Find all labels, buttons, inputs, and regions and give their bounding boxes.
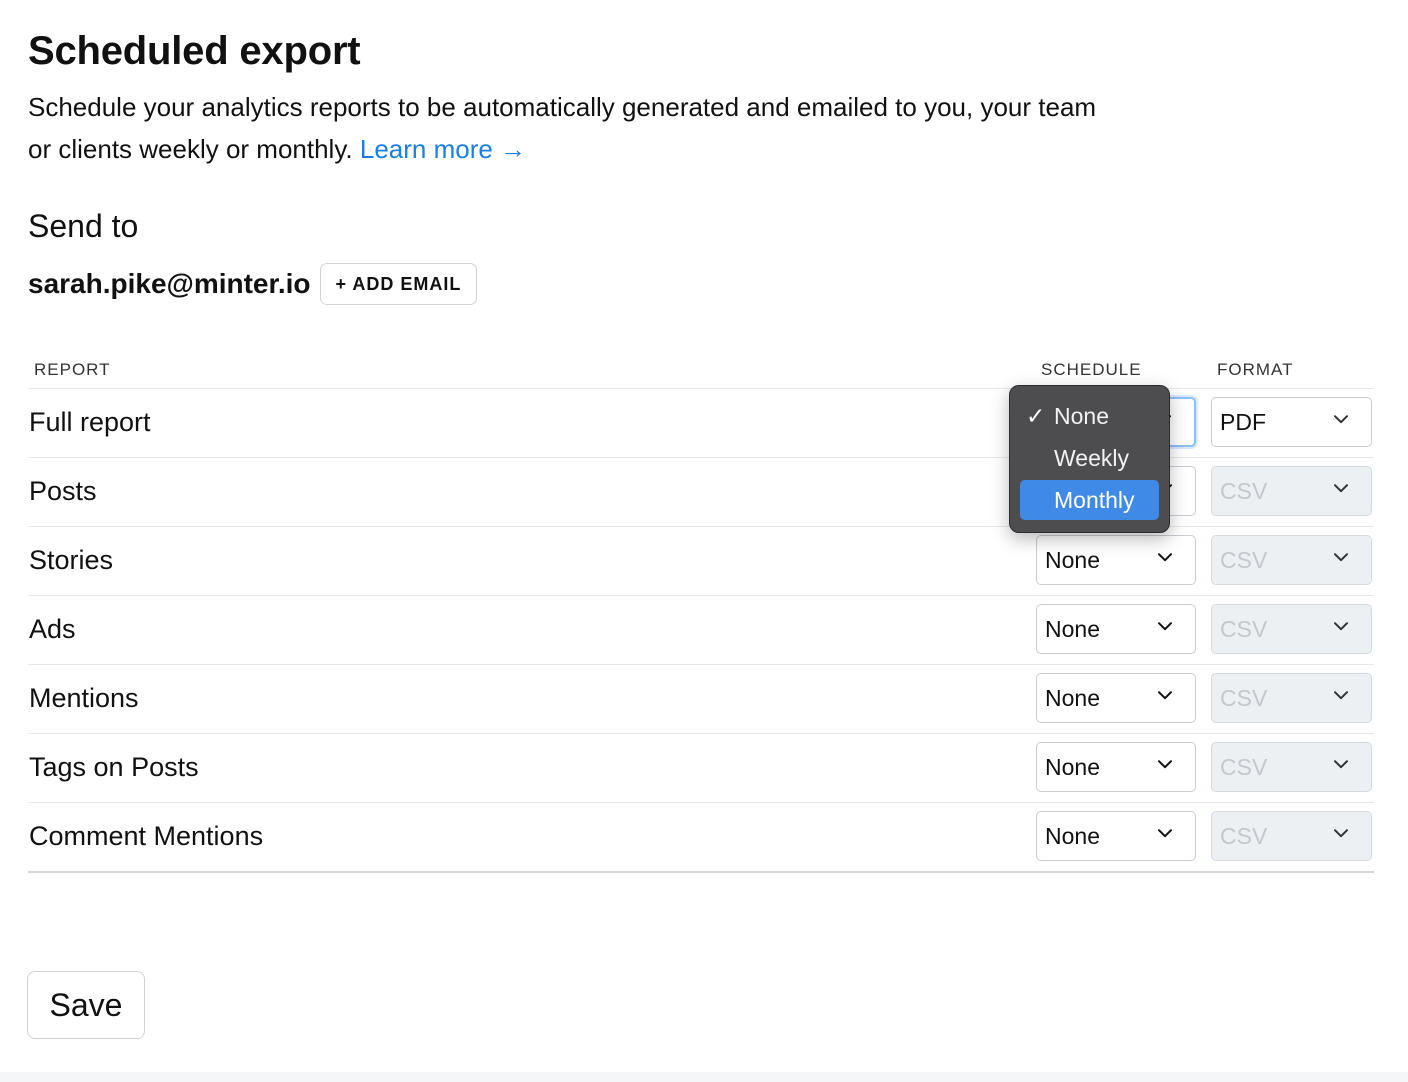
- send-to-heading: Send to: [28, 208, 139, 244]
- column-header-schedule: SCHEDULE: [1041, 360, 1142, 379]
- scheduled-export-page: Scheduled export Schedule your analytics…: [28, 28, 1374, 873]
- format-value: CSV: [1220, 546, 1268, 573]
- chevron-down-icon: [1334, 760, 1348, 771]
- format-select: CSV: [1211, 811, 1372, 861]
- format-select[interactable]: PDF: [1211, 397, 1372, 447]
- chevron-down-icon: [1158, 691, 1172, 702]
- schedule-select[interactable]: None: [1036, 673, 1196, 723]
- chevron-down-icon: [1158, 622, 1172, 633]
- chevron-down-icon: [1334, 829, 1348, 840]
- schedule-dropdown-menu: ✓ None Weekly Monthly: [1009, 385, 1170, 533]
- table-row: Comment Mentions None CSV: [28, 803, 1374, 873]
- schedule-select[interactable]: None: [1036, 811, 1196, 861]
- report-name: Ads: [29, 614, 76, 644]
- schedule-value: None: [1045, 684, 1100, 711]
- format-select: CSV: [1211, 466, 1372, 516]
- checkmark-icon: ✓: [1026, 403, 1046, 429]
- format-value: CSV: [1220, 615, 1268, 642]
- report-name: Mentions: [29, 683, 139, 713]
- report-name: Tags on Posts: [29, 752, 199, 782]
- table-row: Posts CSV: [28, 458, 1374, 527]
- chevron-down-icon: [1158, 553, 1172, 564]
- page-description: Schedule your analytics reports to be au…: [28, 86, 1108, 170]
- format-select: CSV: [1211, 535, 1372, 585]
- description-text: Schedule your analytics reports to be au…: [28, 92, 1097, 164]
- table-row: Stories None CSV: [28, 527, 1374, 596]
- format-value: PDF: [1220, 408, 1266, 435]
- column-header-format: FORMAT: [1217, 360, 1294, 379]
- chevron-down-icon: [1334, 622, 1348, 633]
- reports-table: REPORT SCHEDULE FORMAT Full report PDF Pos…: [28, 356, 1374, 873]
- format-select: CSV: [1211, 673, 1372, 723]
- schedule-select[interactable]: None: [1036, 742, 1196, 792]
- report-name: Stories: [29, 545, 114, 575]
- table-body: Full report PDF Posts CSV Stories None CSV Ads N…: [28, 389, 1374, 873]
- chevron-down-icon: [1334, 415, 1348, 426]
- table-header: REPORT SCHEDULE FORMAT: [28, 356, 1374, 389]
- schedule-option-none[interactable]: ✓ None: [1020, 396, 1159, 436]
- option-label: None: [1054, 402, 1109, 429]
- schedule-option-weekly[interactable]: Weekly: [1020, 438, 1159, 478]
- column-header-report: REPORT: [34, 360, 111, 379]
- report-name: Comment Mentions: [29, 821, 264, 851]
- learn-more-link[interactable]: Learn more →: [360, 134, 526, 164]
- chevron-down-icon: [1334, 484, 1348, 495]
- schedule-value: None: [1045, 753, 1100, 780]
- page-title: Scheduled export: [28, 29, 361, 73]
- report-name: Full report: [29, 407, 151, 437]
- save-button[interactable]: Save: [27, 971, 145, 1039]
- add-email-button[interactable]: + ADD EMAIL: [319, 263, 478, 305]
- chevron-down-icon: [1334, 553, 1348, 564]
- schedule-select[interactable]: None: [1036, 604, 1196, 654]
- option-label: Monthly: [1054, 486, 1135, 513]
- table-row: Mentions None CSV: [28, 665, 1374, 734]
- report-name: Posts: [29, 476, 97, 506]
- option-label: Weekly: [1054, 444, 1129, 471]
- page-footer-strip: [0, 1072, 1408, 1082]
- chevron-down-icon: [1158, 760, 1172, 771]
- format-value: CSV: [1220, 477, 1268, 504]
- schedule-value: None: [1045, 546, 1100, 573]
- schedule-select[interactable]: None: [1036, 535, 1196, 585]
- table-row: Tags on Posts None CSV: [28, 734, 1374, 803]
- chevron-down-icon: [1334, 691, 1348, 702]
- format-value: CSV: [1220, 753, 1268, 780]
- format-value: CSV: [1220, 684, 1268, 711]
- schedule-value: None: [1045, 822, 1100, 849]
- schedule-option-monthly[interactable]: Monthly: [1020, 480, 1159, 520]
- schedule-value: None: [1045, 615, 1100, 642]
- table-row: Ads None CSV: [28, 596, 1374, 665]
- recipient-row: sarah.pike@minter.io + ADD EMAIL: [28, 262, 478, 306]
- format-select: CSV: [1211, 742, 1372, 792]
- table-row: Full report PDF: [28, 389, 1374, 458]
- format-select: CSV: [1211, 604, 1372, 654]
- recipient-email: sarah.pike@minter.io: [28, 268, 311, 299]
- chevron-down-icon: [1158, 829, 1172, 840]
- format-value: CSV: [1220, 822, 1268, 849]
